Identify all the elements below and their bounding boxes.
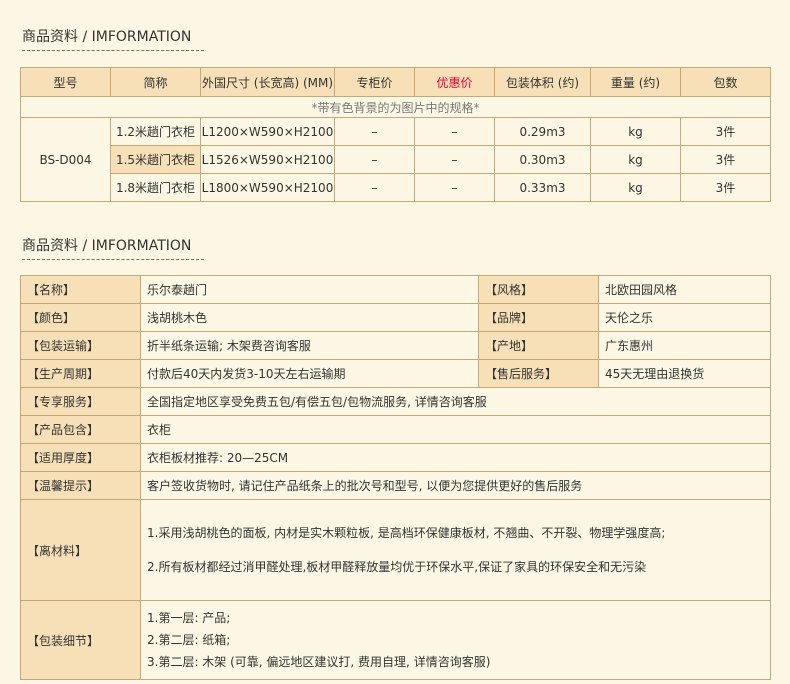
aftersale-label: 【售后服务】 xyxy=(478,359,599,388)
style-label: 【风格】 xyxy=(478,275,599,304)
table-row: 【温馨提示】 客户签收货物时, 请记住产品纸条上的批次号和型号, 以便为您提供更… xyxy=(20,471,771,500)
col-header-weight: 重量 (约) xyxy=(590,67,681,97)
service-label: 【专享服务】 xyxy=(20,387,141,416)
table-row: 【包装运输】 折半纸条运输; 木架费咨询客服 【产地】 广东惠州 xyxy=(20,331,771,360)
thickness-label: 【适用厚度】 xyxy=(20,443,141,472)
name-value: 乐尔泰趟门 xyxy=(140,275,479,304)
row-retail: – xyxy=(334,145,415,174)
style-value: 北欧田园风格 xyxy=(598,275,771,304)
row-volume: 0.33m3 xyxy=(494,173,591,202)
shipping-value: 折半纸条运输; 木架费咨询客服 xyxy=(140,331,479,360)
packing-line: 2.第二层: 纸箱; xyxy=(147,633,231,647)
col-header-retail: 专柜价 xyxy=(334,67,415,97)
tip-label: 【温馨提示】 xyxy=(20,471,141,500)
row-packs: 3件 xyxy=(680,117,771,146)
table-row: 【颜色】 浅胡桃木色 【品牌】 天伦之乐 xyxy=(20,303,771,332)
row-promo: – xyxy=(414,173,495,202)
table-row: 【产品包含】 衣柜 xyxy=(20,415,771,444)
table-row: 【包装细节】 1.第一层: 产品; 2.第二层: 纸箱; 3.第二层: 木架 (… xyxy=(20,600,771,680)
contents-value: 衣柜 xyxy=(140,415,771,444)
packing-line: 1.第一层: 产品; xyxy=(147,611,231,625)
material-label: 【离材料】 xyxy=(20,499,141,601)
thickness-value: 衣柜板材推荐: 20—25CM xyxy=(140,443,771,472)
row-name: 1.5米趟门衣柜 xyxy=(110,145,201,174)
table-row: 【生产周期】 付款后40天内发货3-10天左右运输期 【售后服务】 45天无理由… xyxy=(20,359,771,388)
row-retail: – xyxy=(334,173,415,202)
contents-label: 【产品包含】 xyxy=(20,415,141,444)
col-header-promo: 优惠价 xyxy=(414,67,495,97)
brand-label: 【品牌】 xyxy=(478,303,599,332)
material-line: 2.所有板材都经过消甲醛处理,板材甲醛释放量均优于环保水平,保证了家具的环保安全… xyxy=(147,560,647,574)
color-label: 【颜色】 xyxy=(20,303,141,332)
spec-note-row: *带有色背景的为图片中的规格* xyxy=(20,96,771,118)
table-row: 1.5米趟门衣柜 L1526×W590×H2100 – – 0.30m3 kg … xyxy=(21,145,771,174)
brand-value: 天伦之乐 xyxy=(598,303,771,332)
table-row: 【适用厚度】 衣柜板材推荐: 20—25CM xyxy=(20,443,771,472)
row-size: L1200×W590×H2100 xyxy=(200,117,335,146)
col-header-volume: 包装体积 (约) xyxy=(494,67,591,97)
col-header-size: 外国尺寸 (长宽高) (MM) xyxy=(200,67,335,97)
row-weight: kg xyxy=(590,117,681,146)
section-title-spec: 商品资料 / IMFORMATION xyxy=(22,26,204,51)
color-value: 浅胡桃木色 xyxy=(140,303,479,332)
table-row: 【离材料】 1.采用浅胡桃色的面板, 内材是实木颗粒板, 是高档环保健康板材, … xyxy=(20,499,771,601)
name-label: 【名称】 xyxy=(20,275,141,304)
row-name: 1.8米趟门衣柜 xyxy=(110,173,201,202)
col-header-model: 型号 xyxy=(20,67,111,97)
section-title-info: 商品资料 / IMFORMATION xyxy=(22,235,204,260)
row-volume: 0.30m3 xyxy=(494,145,591,174)
packing-value: 1.第一层: 产品; 2.第二层: 纸箱; 3.第二层: 木架 (可靠, 偏远地… xyxy=(140,600,771,680)
row-promo: – xyxy=(414,145,495,174)
col-header-name: 简称 xyxy=(110,67,201,97)
row-volume: 0.29m3 xyxy=(494,117,591,146)
row-size: L1526×W590×H2100 xyxy=(200,145,335,174)
service-value: 全国指定地区享受免费五包/有偿五包/包物流服务, 详情咨询客服 xyxy=(140,387,771,416)
packing-line: 3.第二层: 木架 (可靠, 偏远地区建议打, 费用自理, 详情咨询客服) xyxy=(147,655,491,669)
row-packs: 3件 xyxy=(680,173,771,202)
shipping-label: 【包装运输】 xyxy=(20,331,141,360)
cycle-label: 【生产周期】 xyxy=(20,359,141,388)
origin-value: 广东惠州 xyxy=(598,331,771,360)
origin-label: 【产地】 xyxy=(478,331,599,360)
row-promo: – xyxy=(414,117,495,146)
material-value: 1.采用浅胡桃色的面板, 内材是实木颗粒板, 是高档环保健康板材, 不翘曲、不开… xyxy=(140,499,771,601)
spec-note: *带有色背景的为图片中的规格* xyxy=(20,96,771,118)
table-row: 【专享服务】 全国指定地区享受免费五包/有偿五包/包物流服务, 详情咨询客服 xyxy=(20,387,771,416)
table-row: 1.8米趟门衣柜 L1800×W590×H2100 – – 0.33m3 kg … xyxy=(21,173,771,202)
spec-table: 型号 简称 外国尺寸 (长宽高) (MM) 专柜价 优惠价 包装体积 (约) 重… xyxy=(20,67,771,202)
material-line: 1.采用浅胡桃色的面板, 内材是实木颗粒板, 是高档环保健康板材, 不翘曲、不开… xyxy=(147,526,666,540)
tip-value: 客户签收货物时, 请记住产品纸条上的批次号和型号, 以便为您提供更好的售后服务 xyxy=(140,471,771,500)
table-row: BS-D004 1.2米趟门衣柜 L1200×W590×H2100 – – 0.… xyxy=(20,117,771,202)
packing-label: 【包装细节】 xyxy=(20,600,141,680)
col-header-packs: 包数 xyxy=(680,67,771,97)
row-size: L1800×W590×H2100 xyxy=(200,173,335,202)
table-row: 【名称】 乐尔泰趟门 【风格】 北欧田园风格 xyxy=(20,275,771,304)
spec-header-row: 型号 简称 外国尺寸 (长宽高) (MM) 专柜价 优惠价 包装体积 (约) 重… xyxy=(20,67,771,97)
row-name: 1.2米趟门衣柜 xyxy=(110,117,201,146)
model-number: BS-D004 xyxy=(20,117,111,202)
info-table: 【名称】 乐尔泰趟门 【风格】 北欧田园风格 【颜色】 浅胡桃木色 【品牌】 天… xyxy=(20,275,771,680)
cycle-value: 付款后40天内发货3-10天左右运输期 xyxy=(140,359,479,388)
aftersale-value: 45天无理由退换货 xyxy=(598,359,771,388)
row-weight: kg xyxy=(590,145,681,174)
row-retail: – xyxy=(334,117,415,146)
row-weight: kg xyxy=(590,173,681,202)
row-packs: 3件 xyxy=(680,145,771,174)
